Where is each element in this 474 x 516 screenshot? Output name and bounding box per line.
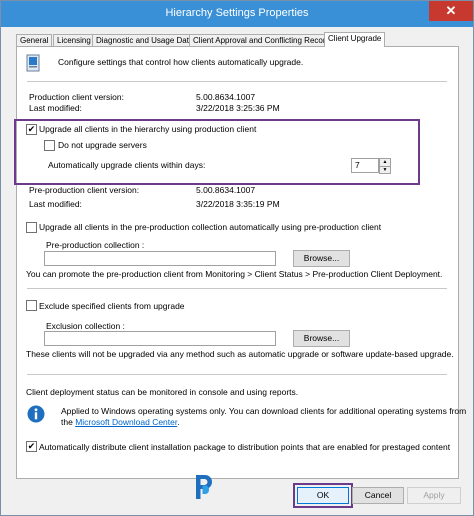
divider (27, 81, 447, 82)
title-bar: Hierarchy Settings Properties ✕ (1, 1, 473, 27)
cancel-button[interactable]: Cancel (352, 487, 404, 504)
production-version-value: 5.00.8634.1007 (196, 92, 256, 102)
client-upgrade-icon (26, 54, 40, 72)
within-days-label: Automatically upgrade clients within day… (48, 160, 206, 170)
distribute-checkbox[interactable]: ✔ (26, 441, 37, 452)
apply-button[interactable]: Apply (407, 487, 461, 504)
upgrade-all-checkbox[interactable]: ✔ (26, 124, 37, 135)
window-title: Hierarchy Settings Properties (165, 7, 309, 19)
download-center-link[interactable]: Microsoft Download Center (75, 417, 177, 427)
close-icon[interactable]: ✕ (429, 1, 473, 21)
production-modified-value: 3/22/2018 3:25:36 PM (196, 103, 280, 113)
exclude-checkbox[interactable] (26, 300, 37, 311)
info-text-line-2: the Microsoft Download Center. (61, 417, 180, 427)
preprod-collection-label: Pre-production collection : (46, 240, 145, 250)
preprod-modified-label: Last modified: (29, 199, 82, 209)
header-text: Configure settings that control how clie… (58, 57, 304, 67)
upgrade-all-label: Upgrade all clients in the hierarchy usi… (39, 124, 257, 134)
dialog-window: Hierarchy Settings Properties ✕ General … (0, 0, 474, 516)
exclude-note: These clients will not be upgraded via a… (26, 349, 454, 359)
preprod-modified-value: 3/22/2018 3:35:19 PM (196, 199, 280, 209)
exclusion-collection-input[interactable] (44, 331, 276, 346)
within-days-value: 7 (355, 160, 360, 170)
monitor-text: Client deployment status can be monitore… (26, 387, 299, 397)
logo-icon (192, 472, 216, 502)
spinner-down-icon[interactable]: ▼ (379, 166, 391, 174)
exclusion-browse-button[interactable]: Browse... (293, 330, 350, 347)
no-servers-checkbox[interactable] (44, 140, 55, 151)
exclude-label: Exclude specified clients from upgrade (39, 301, 185, 311)
info-text-suffix: . (177, 417, 180, 427)
preprod-upgrade-label: Upgrade all clients in the pre-productio… (39, 222, 382, 232)
divider (27, 288, 447, 289)
ok-button[interactable]: OK (297, 487, 349, 504)
info-text-prefix: the (61, 417, 76, 427)
promote-text: You can promote the pre-production clien… (26, 269, 443, 279)
distribute-label: Automatically distribute client installa… (39, 442, 451, 452)
tab-client-upgrade[interactable]: Client Upgrade (324, 32, 386, 47)
preprod-version-label: Pre-production client version: (29, 185, 140, 195)
production-version-label: Production client version: (29, 92, 124, 102)
divider (27, 374, 447, 375)
within-days-input[interactable]: 7 (351, 158, 379, 173)
preprod-upgrade-checkbox[interactable] (26, 222, 37, 233)
exclusion-collection-label: Exclusion collection : (46, 321, 125, 331)
preprod-version-value: 5.00.8634.1007 (196, 185, 256, 195)
production-modified-label: Last modified: (29, 103, 82, 113)
info-icon (27, 405, 45, 423)
preprod-collection-input[interactable] (44, 251, 276, 266)
preprod-browse-button[interactable]: Browse... (293, 250, 350, 267)
info-text-line-1: Applied to Windows operating systems onl… (61, 406, 467, 416)
no-servers-label: Do not upgrade servers (58, 140, 147, 150)
